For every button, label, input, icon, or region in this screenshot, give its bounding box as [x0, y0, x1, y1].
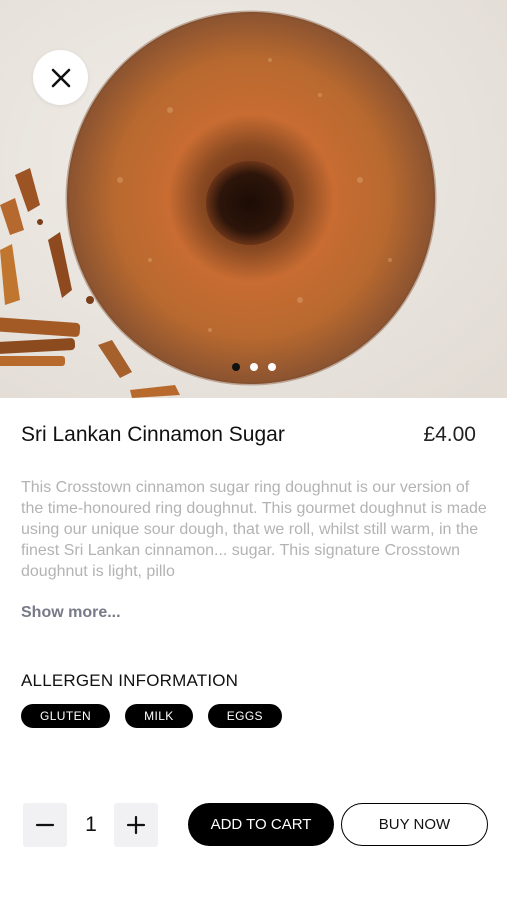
- minus-icon: [35, 823, 55, 827]
- allergen-chip-eggs: EGGS: [207, 704, 282, 728]
- pagination-dot-2[interactable]: [249, 363, 258, 371]
- add-to-cart-label: ADD TO CART: [210, 816, 312, 833]
- product-price: £4.00: [423, 423, 476, 446]
- decrease-quantity-button[interactable]: [23, 803, 67, 847]
- buy-now-label: BUY NOW: [378, 816, 451, 833]
- product-header: Sri Lankan Cinnamon Sugar £4.00: [21, 423, 476, 447]
- gallery-pagination: [0, 363, 507, 371]
- product-title: Sri Lankan Cinnamon Sugar: [21, 423, 285, 446]
- allergen-chip-milk: MILK: [125, 704, 193, 728]
- increase-quantity-button[interactable]: [114, 803, 158, 847]
- buy-now-button[interactable]: BUY NOW: [341, 803, 488, 846]
- allergen-chip-gluten: GLUTEN: [21, 704, 111, 728]
- plus-icon: [126, 815, 146, 835]
- show-more-link[interactable]: Show more...: [21, 604, 121, 622]
- pagination-dot-1[interactable]: [231, 363, 240, 371]
- allergen-heading: ALLERGEN INFORMATION: [21, 671, 239, 690]
- product-description: This Crosstown cinnamon sugar ring dough…: [21, 479, 487, 580]
- add-to-cart-button[interactable]: ADD TO CART: [188, 803, 334, 846]
- quantity-value: 1: [85, 813, 97, 836]
- product-image-gallery[interactable]: [0, 0, 507, 398]
- close-icon: [51, 68, 70, 87]
- allergen-list: GLUTEN MILK EGGS: [21, 704, 282, 728]
- pagination-dot-3[interactable]: [267, 363, 276, 371]
- close-button[interactable]: [33, 50, 88, 105]
